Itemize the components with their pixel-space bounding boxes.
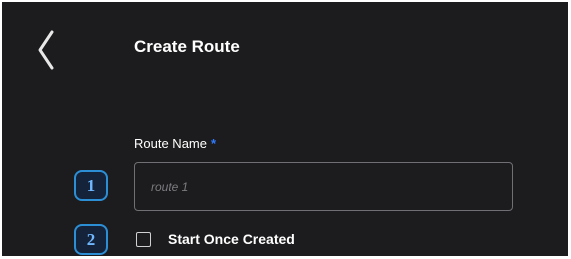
route-name-label: Route Name * bbox=[134, 136, 216, 152]
annotation-marker-2: 2 bbox=[74, 224, 108, 255]
start-once-created-checkbox[interactable] bbox=[136, 231, 151, 247]
page-title: Create Route bbox=[134, 37, 240, 56]
start-once-created-option[interactable]: Start Once Created bbox=[136, 228, 295, 250]
route-name-input[interactable] bbox=[134, 162, 513, 211]
start-once-created-label: Start Once Created bbox=[168, 231, 295, 247]
annotation-marker-1: 1 bbox=[74, 170, 108, 201]
back-button[interactable] bbox=[32, 28, 62, 72]
route-name-label-text: Route Name bbox=[134, 136, 207, 151]
create-route-panel: Create Route Route Name* 1 2 Start Once … bbox=[2, 2, 568, 256]
chevron-left-icon bbox=[38, 30, 54, 70]
required-asterisk: * bbox=[210, 136, 217, 151]
